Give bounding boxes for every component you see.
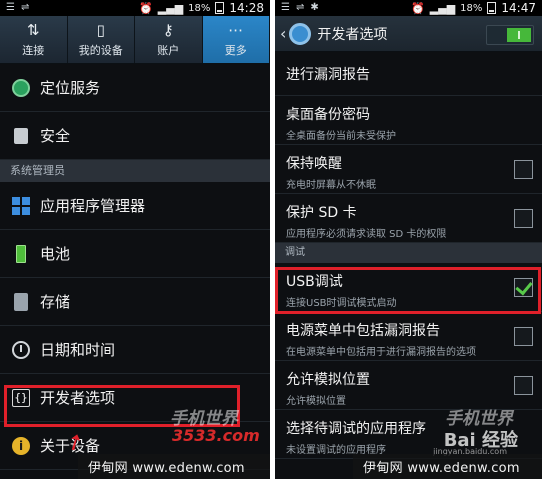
protect-sd-checkbox[interactable] (514, 209, 533, 228)
battery-icon (10, 243, 32, 265)
settings-item-date-time[interactable]: 日期和时间 (0, 326, 270, 374)
lock-icon (10, 125, 32, 147)
settings-item-security[interactable]: 安全 (0, 112, 270, 160)
notification-icon: ☰ (6, 2, 15, 13)
option-title: 允许模拟位置 (286, 372, 370, 388)
tab-my-device[interactable]: ▯ 我的设备 (68, 16, 135, 63)
option-title: 进行漏洞报告 (286, 66, 370, 83)
app-grid-icon (10, 195, 32, 217)
settings-item-app-manager[interactable]: 应用程序管理器 (0, 182, 270, 230)
watermark-text: 伊甸网 www.edenw.com (363, 461, 520, 476)
settings-item-label: 应用程序管理器 (40, 197, 146, 215)
connections-icon: ⇅ (26, 21, 40, 39)
power-menu-bug-checkbox[interactable] (514, 327, 533, 346)
mock-location-checkbox[interactable] (514, 376, 533, 395)
alarm-icon: ⏰ (411, 1, 425, 15)
tab-accounts[interactable]: ⚷ 账户 (135, 16, 203, 63)
battery-icon (487, 2, 497, 14)
developer-options-toggle[interactable] (486, 25, 534, 45)
settings-item-storage[interactable]: 存储 (0, 278, 270, 326)
clock-time: 14:28 (229, 1, 264, 15)
toggle-knob (507, 28, 531, 42)
gear-icon (289, 22, 312, 45)
option-summary: 在电源菜单中包括用于进行漏洞报告的选项 (286, 347, 476, 358)
option-mock-locations[interactable]: 允许模拟位置 允许模拟位置 (275, 361, 542, 410)
usb-icon: ⇌ (20, 2, 30, 13)
more-grid-icon: ⋯ (228, 21, 244, 39)
debug-icon: ✱ (310, 2, 319, 13)
option-backup-password[interactable]: 桌面备份密码 全桌面备份当前未受保护 (275, 96, 542, 145)
option-power-menu-bug-report[interactable]: 电源菜单中包括漏洞报告 在电源菜单中包括用于进行漏洞报告的选项 (275, 312, 542, 361)
clock-icon (10, 339, 32, 361)
settings-item-battery[interactable]: 电池 (0, 230, 270, 278)
option-title: 电源菜单中包括漏洞报告 (286, 323, 440, 339)
battery-percent: 18% (460, 2, 483, 14)
notification-icons: ☰ ⇌ (6, 2, 29, 13)
option-stay-awake[interactable]: 保持唤醒 充电时屏幕从不休眠 (275, 145, 542, 194)
watermark-logo-number: 3533.com (172, 426, 260, 445)
battery-icon (215, 2, 225, 14)
option-summary: 全桌面备份当前未受保护 (286, 131, 396, 142)
settings-item-location[interactable]: 定位服务 (0, 64, 270, 112)
option-bug-report[interactable]: 进行漏洞报告 (275, 52, 542, 96)
tab-label: 我的设备 (78, 44, 123, 57)
my-device-icon: ▯ (96, 21, 105, 39)
signal-icon: ▂▄▆ (157, 1, 184, 15)
section-header-system-admin: 系统管理员 (0, 160, 270, 182)
stay-awake-checkbox[interactable] (514, 160, 533, 179)
status-bar: ☰ ⇌ ✱ ⏰ ▂▄▆ 18% 14:47 (275, 0, 542, 16)
settings-screen: ☰ ⇌ ⏰ ▂▄▆ 18% 14:28 ⇅ 连接 ▯ 我的设备 ⚷ 账户 ⋯ 更多… (0, 0, 270, 479)
storage-icon (10, 291, 32, 313)
section-header-debugging: 调试 (275, 243, 542, 263)
notification-icon: ☰ (281, 2, 290, 13)
settings-item-label: 电池 (40, 245, 71, 263)
watermark-bar: 伊甸网 www.edenw.com (353, 454, 542, 479)
info-icon: i (10, 435, 32, 457)
settings-item-label: 安全 (40, 127, 71, 145)
action-bar: ‹ 开发者选项 (275, 16, 542, 52)
option-summary: 充电时屏幕从不休眠 (286, 180, 376, 191)
clock-time: 14:47 (501, 1, 536, 15)
tab-label: 更多 (224, 44, 247, 57)
settings-item-label: 存储 (40, 293, 71, 311)
alarm-icon: ⏰ (139, 1, 153, 15)
tab-label: 账户 (157, 44, 180, 57)
tab-label: 连接 (22, 44, 45, 57)
back-chevron-icon[interactable]: ‹ (280, 24, 286, 43)
watermark-bar: 伊甸网 www.edenw.com (78, 454, 270, 479)
option-title: 保持唤醒 (286, 156, 342, 172)
option-title: 桌面备份密码 (286, 107, 370, 123)
location-icon (10, 77, 32, 99)
settings-tab-bar: ⇅ 连接 ▯ 我的设备 ⚷ 账户 ⋯ 更多 (0, 16, 270, 64)
usb-icon: ⇌ (295, 2, 305, 13)
status-bar: ☰ ⇌ ⏰ ▂▄▆ 18% 14:28 (0, 0, 270, 16)
watermark-text: 伊甸网 www.edenw.com (88, 461, 245, 476)
signal-icon: ▂▄▆ (429, 1, 456, 15)
notification-icons: ☰ ⇌ ✱ (281, 2, 319, 13)
option-summary: 应用程序必须请求读取 SD 卡的权限 (286, 229, 447, 240)
settings-item-label: 定位服务 (40, 79, 101, 97)
option-title: 保护 SD 卡 (286, 205, 357, 221)
settings-item-label: 日期和时间 (40, 341, 116, 359)
tab-more[interactable]: ⋯ 更多 (202, 16, 270, 63)
tab-connections[interactable]: ⇅ 连接 (0, 16, 68, 63)
highlight-box-usb-debugging (275, 267, 541, 314)
page-title: 开发者选项 (317, 26, 388, 43)
option-protect-sd-card[interactable]: 保护 SD 卡 应用程序必须请求读取 SD 卡的权限 (275, 194, 542, 243)
battery-percent: 18% (188, 2, 211, 14)
key-icon: ⚷ (162, 21, 174, 39)
developer-options-screen: ☰ ⇌ ✱ ⏰ ▂▄▆ 18% 14:47 ‹ 开发者选项 进行漏洞报告 桌面备份密… (275, 0, 542, 479)
